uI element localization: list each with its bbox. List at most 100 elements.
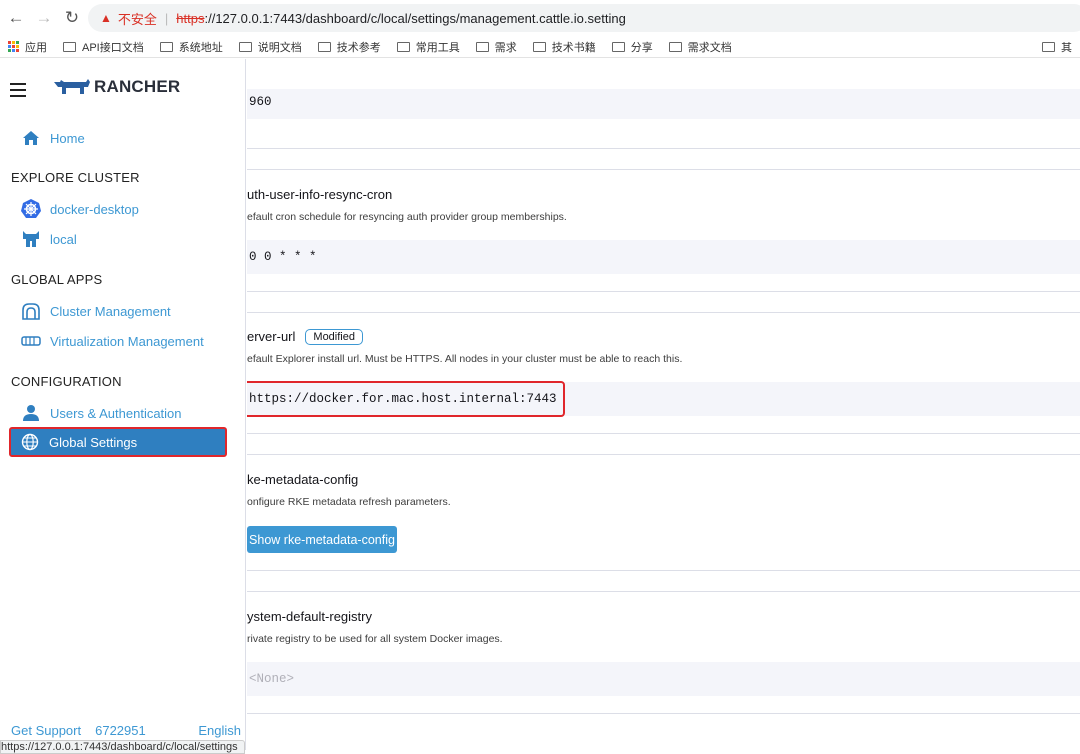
bookmark-folder-other[interactable]: 其 — [1042, 39, 1072, 55]
folder-icon — [396, 41, 410, 52]
apps-grid-icon — [8, 41, 19, 52]
reload-icon[interactable]: ↻ — [60, 6, 84, 30]
folder-icon — [159, 41, 173, 52]
setting-description: onfigure RKE metadata refresh parameters… — [247, 496, 451, 508]
cluster-management-icon — [20, 300, 42, 322]
folder-icon — [63, 41, 76, 52]
divider — [247, 454, 1080, 455]
bookmark-label: 技术书籍 — [551, 41, 596, 54]
divider — [247, 148, 1080, 149]
rancher-cow-icon — [54, 79, 90, 94]
sidebar-item-label: Virtualization Management — [50, 333, 204, 349]
folder-icon — [532, 41, 546, 52]
bookmark-folder[interactable]: 系统地址 — [159, 39, 223, 55]
sidebar-item-local[interactable]: local — [12, 225, 227, 253]
local-cluster-icon — [20, 228, 42, 250]
divider — [247, 312, 1080, 313]
sidebar-item-cluster-management[interactable]: Cluster Management — [12, 297, 227, 325]
bookmark-label: 需求文档 — [687, 41, 732, 54]
sidebar-item-label: Users & Authentication — [50, 405, 182, 421]
bookmark-folder[interactable]: 说明文档 — [238, 39, 302, 55]
folder-icon — [238, 41, 252, 52]
sidebar-item-virtualization-management[interactable]: Virtualization Management — [12, 327, 227, 355]
setting-value-text: <None> — [249, 672, 295, 686]
bookmark-folder[interactable]: 技术参考 — [317, 39, 381, 55]
bookmark-folder[interactable]: 分享 — [611, 39, 653, 55]
sidebar-item-docker-desktop[interactable]: docker-desktop — [12, 195, 227, 223]
url-scheme: https — [176, 10, 205, 26]
bookmark-label: 说明文档 — [257, 41, 302, 54]
address-bar[interactable]: ▲ 不安全 | https ://127.0.0.1:7443/dashboar… — [88, 4, 1080, 32]
setting-name: ke-metadata-config — [247, 472, 359, 487]
user-icon — [20, 402, 42, 424]
bookmark-folder[interactable]: 常用工具 — [396, 39, 460, 55]
folder-icon — [611, 41, 625, 52]
logo-text: RANCHER — [94, 77, 181, 96]
browser-toolbar: ← → ↻ ▲ 不安全 | https ://127.0.0.1:7443/da… — [0, 0, 1080, 36]
setting-value: 960 — [247, 89, 1080, 119]
menu-icon[interactable] — [10, 83, 26, 101]
divider — [247, 713, 1080, 714]
setting-description: efault cron schedule for resyncing auth … — [247, 211, 567, 223]
bookmark-apps[interactable]: 应用 — [8, 39, 47, 55]
folder-icon — [475, 41, 489, 52]
bookmark-folder[interactable]: 需求 — [475, 39, 517, 55]
setting-name: erver-url — [247, 329, 296, 344]
bookmark-label: 分享 — [630, 41, 653, 54]
separator: | — [164, 10, 169, 26]
sidebar-item-home[interactable]: Home — [12, 124, 227, 152]
sidebar-item-global-settings[interactable]: Global Settings — [9, 427, 227, 457]
show-rke-metadata-config-button[interactable]: Show rke-metadata-config — [247, 526, 397, 553]
bookmark-label: 其 — [1061, 41, 1072, 54]
sidebar-item-users-authentication[interactable]: Users & Authentication — [12, 399, 227, 427]
bookmark-folder[interactable]: API接口文档 — [63, 39, 144, 55]
bookmark-label: 常用工具 — [415, 41, 460, 54]
sidebar-item-label: Global Settings — [49, 434, 138, 450]
back-icon[interactable]: ← — [4, 6, 28, 30]
bookmark-label: 应用 — [25, 41, 47, 54]
url-text: ://127.0.0.1:7443/dashboard/c/local/sett… — [204, 10, 626, 26]
divider — [247, 591, 1080, 592]
divider — [247, 291, 1080, 292]
setting-value: 0 0 * * * — [247, 240, 1080, 274]
warning-icon: ▲ — [100, 11, 112, 25]
version-link[interactable]: 6722951 — [95, 723, 146, 738]
forward-icon[interactable]: → — [32, 6, 56, 30]
setting-value: <None> — [247, 662, 1080, 696]
sidebar: RANCHER Home EXPLORE CLUSTER docker-desk… — [0, 59, 246, 750]
status-bar-url: https://127.0.0.1:7443/dashboard/c/local… — [0, 740, 245, 754]
rancher-logo[interactable]: RANCHER — [52, 77, 180, 97]
setting-name: ystem-default-registry — [247, 609, 372, 624]
sidebar-item-label: local — [50, 231, 77, 247]
setting-description: efault Explorer install url. Must be HTT… — [247, 353, 683, 365]
virtualization-icon — [20, 330, 42, 352]
divider — [247, 169, 1080, 170]
sidebar-item-label: Home — [50, 130, 85, 146]
kubernetes-icon — [20, 198, 42, 220]
bookmark-label: API接口文档 — [82, 41, 144, 54]
bookmark-label: 技术参考 — [336, 41, 381, 54]
bookmarks-bar: 应用 API接口文档 系统地址 说明文档 技术参考 常用工具 需求 技术书籍 分… — [0, 36, 1080, 58]
bookmark-label: 系统地址 — [178, 41, 223, 54]
folder-icon — [317, 41, 331, 52]
setting-description: rivate registry to be used for all syste… — [247, 633, 503, 645]
get-support-link[interactable]: Get Support — [11, 723, 81, 738]
divider — [247, 433, 1080, 434]
bookmark-folder[interactable]: 需求文档 — [668, 39, 732, 55]
setting-value-text: 960 — [249, 95, 272, 109]
sidebar-item-label: docker-desktop — [50, 201, 139, 217]
settings-list: 960 uth-user-info-resync-cron efault cro… — [247, 59, 1080, 750]
modified-badge: Modified — [305, 329, 363, 345]
section-explore-cluster: EXPLORE CLUSTER — [11, 170, 140, 185]
sidebar-item-label: Cluster Management — [50, 303, 171, 319]
folder-icon — [668, 41, 682, 52]
globe-icon — [19, 431, 41, 453]
bookmark-folder[interactable]: 技术书籍 — [532, 39, 596, 55]
insecure-label: 不安全 — [117, 11, 157, 27]
folder-icon — [1042, 41, 1055, 52]
divider — [247, 570, 1080, 571]
setting-name: uth-user-info-resync-cron — [247, 187, 393, 202]
home-icon — [20, 127, 42, 149]
language-selector[interactable]: English — [198, 723, 241, 738]
highlight-box — [247, 381, 565, 417]
